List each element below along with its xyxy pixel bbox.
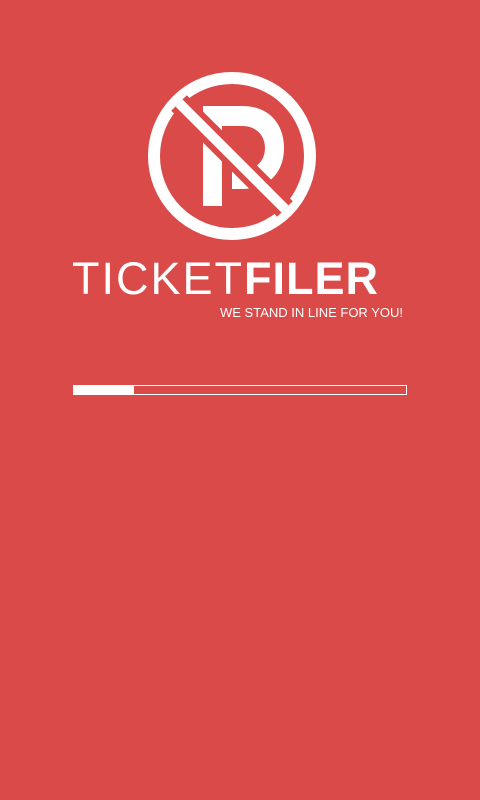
brand-wordmark: TICKETFILER [72, 254, 412, 304]
loading-progress-fill [74, 386, 134, 394]
brand-name-light: TICKET [72, 253, 245, 304]
loading-progress-bar [73, 385, 407, 395]
no-parking-icon [148, 72, 316, 240]
brand-name-bold: FILER [244, 253, 380, 304]
tagline: WE STAND IN LINE FOR YOU! [220, 305, 403, 320]
